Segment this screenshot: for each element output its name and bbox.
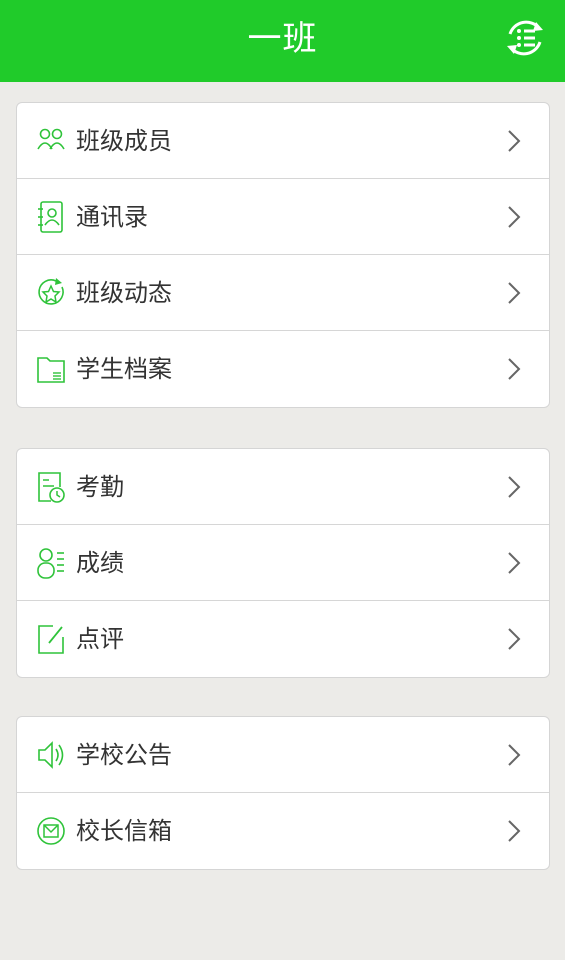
menu-item-label: 学校公告: [76, 741, 172, 769]
menu-item-label: 点评: [76, 625, 124, 653]
menu-item-label: 班级动态: [76, 279, 172, 307]
contacts-icon: [38, 201, 63, 233]
menu-item-label: 成绩: [76, 549, 124, 577]
menu-group-school: 学校公告 校长信箱: [16, 716, 550, 870]
menu-item-student-files[interactable]: 学生档案: [17, 331, 549, 407]
menu-item-label: 通讯录: [76, 203, 148, 231]
menu-item-class-news[interactable]: 班级动态: [17, 255, 549, 331]
mailbox-icon: [37, 817, 65, 845]
chevron-right-icon: [508, 476, 521, 498]
page-title: 一班: [247, 19, 318, 59]
menu-item-contacts[interactable]: 通讯录: [17, 179, 549, 255]
menu-item-label: 考勤: [76, 473, 124, 501]
chevron-right-icon: [508, 628, 521, 650]
menu-group-class: 班级成员 通讯录 班级动态 学生档案: [16, 102, 550, 408]
grades-icon: [37, 548, 64, 579]
menu-item-class-members[interactable]: 班级成员: [17, 103, 549, 179]
review-icon: [38, 625, 64, 654]
menu-item-review[interactable]: 点评: [17, 601, 549, 677]
chevron-right-icon: [508, 744, 521, 766]
chevron-right-icon: [508, 282, 521, 304]
chevron-right-icon: [508, 820, 521, 842]
class-news-icon: [38, 278, 64, 305]
members-icon: [37, 128, 65, 150]
chevron-right-icon: [508, 206, 521, 228]
menu-item-principal-mailbox[interactable]: 校长信箱: [17, 793, 549, 869]
menu-item-school-notice[interactable]: 学校公告: [17, 717, 549, 793]
menu-group-study: 考勤 成绩 点评: [16, 448, 550, 678]
folder-icon: [37, 357, 65, 383]
menu-item-grades[interactable]: 成绩: [17, 525, 549, 601]
chevron-right-icon: [508, 552, 521, 574]
chevron-right-icon: [508, 130, 521, 152]
chevron-right-icon: [508, 358, 521, 380]
top-bar: 一班: [0, 0, 565, 82]
menu-item-label: 班级成员: [76, 127, 172, 155]
menu-item-label: 学生档案: [76, 355, 172, 383]
attendance-icon: [38, 472, 65, 503]
switch-class-icon[interactable]: [503, 16, 547, 60]
menu-item-label: 校长信箱: [76, 817, 172, 845]
menu-item-attendance[interactable]: 考勤: [17, 449, 549, 525]
speaker-icon: [38, 741, 64, 769]
